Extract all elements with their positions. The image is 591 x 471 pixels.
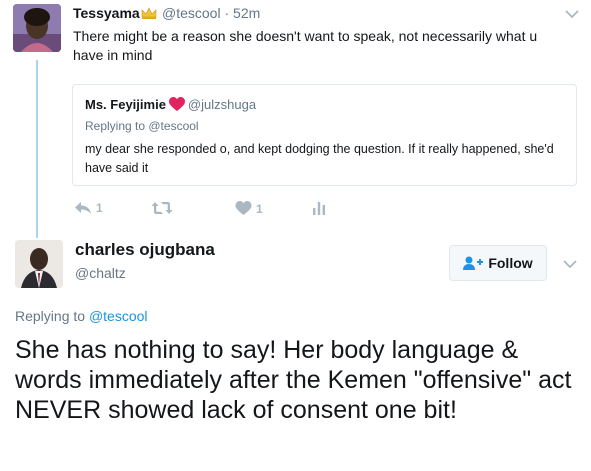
analytics-button[interactable] <box>312 201 326 215</box>
follow-button[interactable]: Follow <box>449 245 547 281</box>
reply-count: 1 <box>96 201 103 215</box>
quoted-reply-handle[interactable]: @tescool <box>148 119 198 133</box>
tweet-text: There might be a reason she doesn't want… <box>73 28 538 63</box>
heart-outline-icon <box>235 201 252 215</box>
heart-icon <box>168 97 185 115</box>
reply-button[interactable]: 1 <box>74 201 103 215</box>
tweet-author-name[interactable]: charles ojugbana <box>75 240 215 260</box>
add-user-icon <box>463 256 484 270</box>
retweet-button[interactable] <box>151 201 177 215</box>
quoted-author-handle[interactable]: @julzshuga <box>188 97 256 112</box>
avatar-tessyama[interactable] <box>13 4 61 52</box>
like-count: 1 <box>256 201 263 216</box>
reply-to-handle-link[interactable]: @tescool <box>89 308 148 324</box>
tweet-author-name[interactable]: Tessyama <box>73 5 157 22</box>
reply-context: Replying to @tescool <box>15 308 148 324</box>
quoted-author[interactable]: Ms. Feyijimie @julzshuga <box>85 97 256 115</box>
chevron-down-icon[interactable] <box>563 256 577 269</box>
retweet-icon <box>151 202 173 214</box>
tweet-author-handle[interactable]: @chaltz <box>75 265 126 281</box>
reply-icon <box>75 202 91 214</box>
like-button[interactable]: 1 <box>235 201 263 216</box>
crown-icon <box>141 6 157 22</box>
thread-connector-line <box>36 60 38 238</box>
quoted-tweet-card[interactable]: Ms. Feyijimie @julzshuga Replying to @tes… <box>72 84 577 186</box>
chevron-down-icon[interactable] <box>565 6 579 19</box>
follow-button-label: Follow <box>488 255 533 271</box>
tweet-text: She has nothing to say! Her body languag… <box>15 336 572 424</box>
tweet-author-handle[interactable]: @tescool · 52m <box>162 5 260 21</box>
tweet-timestamp[interactable]: 52m <box>233 5 260 21</box>
quoted-reply-context: Replying to @tescool <box>85 119 199 133</box>
avatar-charles-ojugbana[interactable] <box>15 240 63 288</box>
analytics-icon <box>313 202 325 215</box>
quoted-tweet-text: my dear she responded o, and kept dodgin… <box>85 142 554 175</box>
